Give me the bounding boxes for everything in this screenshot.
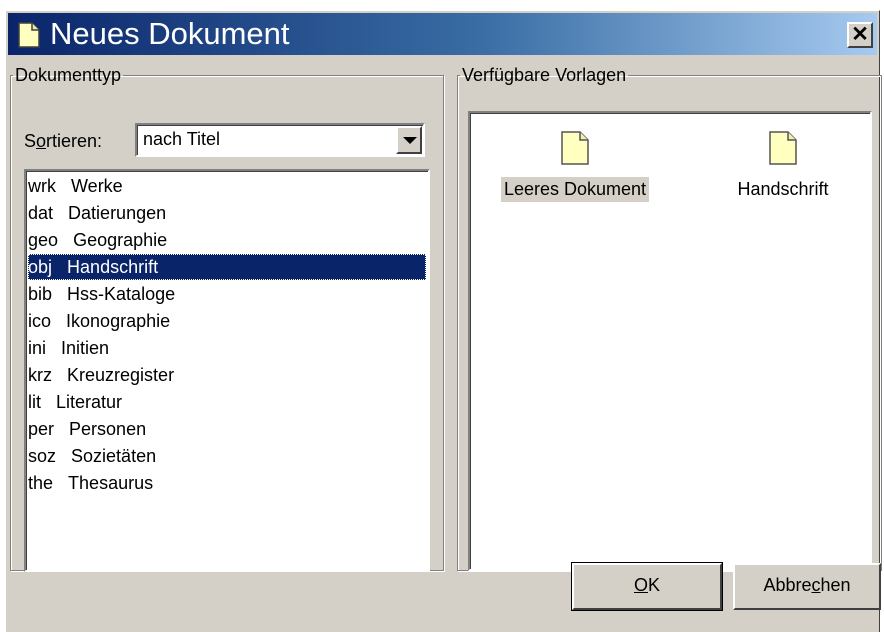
document-type-group: Dokumenttyp Sortieren: nach Titel wrk We…: [10, 65, 444, 572]
list-item-code: per: [28, 419, 55, 439]
list-item-soz[interactable]: soz Sozietäten: [28, 443, 426, 469]
list-item-lit[interactable]: lit Literatur: [28, 389, 426, 415]
document-type-legend: Dokumenttyp: [15, 65, 122, 85]
list-item-code: ico: [28, 311, 52, 331]
list-item-code: krz: [28, 365, 52, 385]
list-item-bib[interactable]: bib Hss-Kataloge: [28, 281, 426, 307]
template-item-handschrift[interactable]: Handschrift: [688, 131, 878, 221]
template-label: Handschrift: [737, 179, 829, 199]
document-icon: [18, 22, 40, 48]
new-document-dialog: Neues Dokument ✕ Dokumenttyp Sortieren: …: [5, 10, 882, 632]
template-item-leeres-dokument[interactable]: Leeres Dokument: [480, 131, 670, 221]
list-item-the[interactable]: the Thesaurus: [28, 470, 426, 496]
close-icon: ✕: [851, 23, 869, 46]
cancel-button[interactable]: Abbrechen: [733, 563, 881, 610]
chevron-down-icon: [403, 137, 417, 144]
list-item-code: ini: [28, 338, 47, 358]
list-item-code: dat: [28, 203, 54, 223]
available-templates-group: Verfügbare Vorlagen Leeres Dokument Hand…: [457, 66, 882, 571]
list-item-code: wrk: [28, 176, 56, 196]
list-item-krz[interactable]: krz Kreuzregister: [28, 362, 426, 388]
list-item-code: lit: [28, 392, 41, 412]
window-title: Neues Dokument: [50, 16, 290, 51]
sort-dropdown-button[interactable]: [396, 126, 422, 154]
template-label: Leeres Dokument: [500, 177, 650, 202]
list-item-label: Handschrift: [67, 257, 159, 277]
templates-view[interactable]: Leeres Dokument Handschrift: [468, 111, 872, 571]
sort-dropdown[interactable]: nach Titel: [135, 123, 425, 157]
list-item-dat[interactable]: dat Datierungen: [28, 200, 426, 226]
list-item-label: Initien: [61, 338, 110, 358]
list-item-code: the: [28, 473, 54, 493]
list-item-ico[interactable]: ico Ikonographie: [28, 308, 426, 334]
available-templates-legend: Verfügbare Vorlagen: [462, 65, 627, 85]
document-type-list[interactable]: wrk Werke dat Datierungen geo Geographie ob…: [24, 169, 430, 572]
list-item-label: Geographie: [73, 230, 168, 250]
list-item-geo[interactable]: geo Geographie: [28, 227, 426, 253]
list-item-per[interactable]: per Personen: [28, 416, 426, 442]
list-item-label: Thesaurus: [68, 473, 154, 493]
ok-button[interactable]: OK: [571, 562, 723, 611]
list-item-label: Hss-Kataloge: [67, 284, 176, 304]
list-item-label: Datierungen: [68, 203, 167, 223]
list-item-label: Literatur: [56, 392, 123, 412]
list-item-obj[interactable]: obj Handschrift: [28, 254, 426, 280]
document-icon: [561, 131, 589, 165]
list-item-label: Werke: [71, 176, 123, 196]
list-item-label: Ikonographie: [66, 311, 171, 331]
list-item-code: soz: [28, 446, 57, 466]
list-item-wrk[interactable]: wrk Werke: [28, 173, 426, 199]
list-item-label: Sozietäten: [71, 446, 157, 466]
list-item-label: Personen: [69, 419, 147, 439]
document-icon: [769, 131, 797, 165]
list-item-code: bib: [28, 284, 53, 304]
sort-label: Sortieren:: [24, 131, 103, 151]
list-item-code: obj: [28, 257, 53, 277]
sort-dropdown-value: nach Titel: [143, 129, 221, 149]
close-button[interactable]: ✕: [847, 22, 873, 48]
list-item-label: Kreuzregister: [67, 365, 175, 385]
list-item-code: geo: [28, 230, 59, 250]
title-bar[interactable]: Neues Dokument ✕: [8, 13, 877, 55]
list-item-ini[interactable]: ini Initien: [28, 335, 426, 361]
